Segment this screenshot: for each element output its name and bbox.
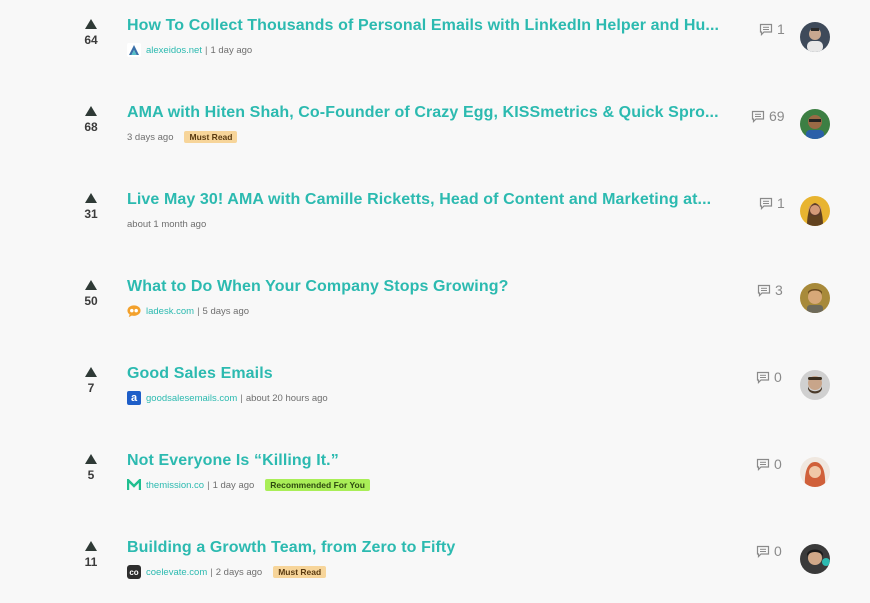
post-meta: about 1 month ago xyxy=(127,216,206,232)
upvote-button[interactable]: 64 xyxy=(76,19,106,47)
post-title-link[interactable]: What to Do When Your Company Stops Growi… xyxy=(127,278,752,296)
post-time: 5 days ago xyxy=(202,305,250,317)
source-link[interactable]: alexeidos.net xyxy=(146,45,202,56)
post-meta: themission.co | 1 day ago Recommended Fo… xyxy=(127,477,370,493)
meta-separator: | xyxy=(204,44,208,56)
comment-count: 69 xyxy=(769,108,785,124)
comment-count: 0 xyxy=(774,456,782,472)
a-letter-icon: a xyxy=(127,391,141,405)
vote-count: 68 xyxy=(84,120,98,134)
post-time: 3 days ago xyxy=(127,131,174,143)
must-read-badge: Must Read xyxy=(184,131,238,143)
upvote-arrow-icon[interactable] xyxy=(85,454,97,464)
upvote-arrow-icon[interactable] xyxy=(85,541,97,551)
upvote-arrow-icon[interactable] xyxy=(85,19,97,29)
post-title-link[interactable]: Not Everyone Is “Killing It.” xyxy=(127,452,752,470)
upvote-button[interactable]: 50 xyxy=(76,280,106,308)
post-item: 50 What to Do When Your Company Stops Gr… xyxy=(0,278,870,338)
source-link[interactable]: coelevate.com xyxy=(146,567,207,578)
upvote-arrow-icon[interactable] xyxy=(85,106,97,116)
comments-link[interactable]: 1 xyxy=(759,21,785,37)
upvote-arrow-icon[interactable] xyxy=(85,280,97,290)
post-time: about 1 month ago xyxy=(127,218,207,230)
comment-count: 0 xyxy=(774,543,782,559)
post-meta: a goodsalesemails.com | about 20 hours a… xyxy=(127,390,328,406)
post-meta: alexeidos.net | 1 day ago xyxy=(127,42,252,58)
upvote-button[interactable]: 11 xyxy=(76,541,106,569)
recommended-badge: Recommended For You xyxy=(265,479,370,491)
post-item: 5 Not Everyone Is “Killing It.” themissi… xyxy=(0,452,870,512)
post-title-link[interactable]: AMA with Hiten Shah, Co-Founder of Crazy… xyxy=(127,104,752,122)
comment-icon xyxy=(759,197,773,210)
a-logo-icon xyxy=(127,43,141,57)
comment-icon xyxy=(756,458,770,471)
comment-count: 1 xyxy=(777,195,785,211)
comment-icon xyxy=(756,371,770,384)
source-link[interactable]: goodsalesemails.com xyxy=(146,393,237,404)
comment-icon xyxy=(756,545,770,558)
post-item: 64 How To Collect Thousands of Personal … xyxy=(0,17,870,77)
post-time: 1 day ago xyxy=(212,479,255,491)
post-meta: 3 days ago Must Read xyxy=(127,129,238,145)
must-read-badge: Must Read xyxy=(273,566,327,578)
avatar[interactable] xyxy=(800,370,830,400)
avatar[interactable] xyxy=(800,544,830,574)
vote-count: 50 xyxy=(84,294,98,308)
post-time: 1 day ago xyxy=(210,44,253,56)
source-link[interactable]: themission.co xyxy=(146,480,204,491)
comment-icon xyxy=(751,110,765,123)
upvote-button[interactable]: 5 xyxy=(76,454,106,482)
post-title-link[interactable]: Live May 30! AMA with Camille Ricketts, … xyxy=(127,191,752,209)
comments-link[interactable]: 0 xyxy=(756,369,782,385)
vote-count: 31 xyxy=(84,207,98,221)
comments-link[interactable]: 3 xyxy=(757,282,783,298)
comments-link[interactable]: 69 xyxy=(751,108,785,124)
avatar[interactable] xyxy=(800,22,830,52)
avatar[interactable] xyxy=(800,457,830,487)
post-meta: co coelevate.com | 2 days ago Must Read xyxy=(127,564,327,580)
co-logo-icon: co xyxy=(127,565,141,579)
post-time: about 20 hours ago xyxy=(245,392,328,404)
post-meta: ladesk.com | 5 days ago xyxy=(127,303,249,319)
upvote-button[interactable]: 7 xyxy=(76,367,106,395)
vote-count: 7 xyxy=(87,381,95,395)
upvote-button[interactable]: 68 xyxy=(76,106,106,134)
comment-icon xyxy=(757,284,771,297)
ladesk-icon xyxy=(127,304,141,318)
post-time: 2 days ago xyxy=(215,566,263,578)
avatar[interactable] xyxy=(800,109,830,139)
vote-count: 11 xyxy=(84,555,98,569)
post-item: 68 AMA with Hiten Shah, Co-Founder of Cr… xyxy=(0,104,870,164)
meta-separator: | xyxy=(210,566,213,578)
post-title-link[interactable]: Good Sales Emails xyxy=(127,365,752,383)
comment-icon xyxy=(759,23,773,36)
post-item: 11 Building a Growth Team, from Zero to … xyxy=(0,539,870,599)
upvote-arrow-icon[interactable] xyxy=(85,193,97,203)
source-link[interactable]: ladesk.com xyxy=(146,306,194,317)
post-title-link[interactable]: Building a Growth Team, from Zero to Fif… xyxy=(127,539,752,557)
post-title-link[interactable]: How To Collect Thousands of Personal Ema… xyxy=(127,17,752,35)
vote-count: 64 xyxy=(84,33,98,47)
upvote-button[interactable]: 31 xyxy=(76,193,106,221)
meta-separator: | xyxy=(207,479,210,491)
comment-count: 0 xyxy=(774,369,782,385)
m-logo-icon xyxy=(127,478,141,492)
post-item: 7 Good Sales Emails a goodsalesemails.co… xyxy=(0,365,870,425)
upvote-arrow-icon[interactable] xyxy=(85,367,97,377)
post-item: 31 Live May 30! AMA with Camille Rickett… xyxy=(0,191,870,251)
meta-separator: | xyxy=(197,305,200,317)
vote-count: 5 xyxy=(87,468,95,482)
post-feed: 64 How To Collect Thousands of Personal … xyxy=(0,0,870,603)
comments-link[interactable]: 1 xyxy=(759,195,785,211)
meta-separator: | xyxy=(240,392,243,404)
comments-link[interactable]: 0 xyxy=(756,543,782,559)
comment-count: 1 xyxy=(777,21,785,37)
comments-link[interactable]: 0 xyxy=(756,456,782,472)
avatar[interactable] xyxy=(800,283,830,313)
comment-count: 3 xyxy=(775,282,783,298)
avatar[interactable] xyxy=(800,196,830,226)
